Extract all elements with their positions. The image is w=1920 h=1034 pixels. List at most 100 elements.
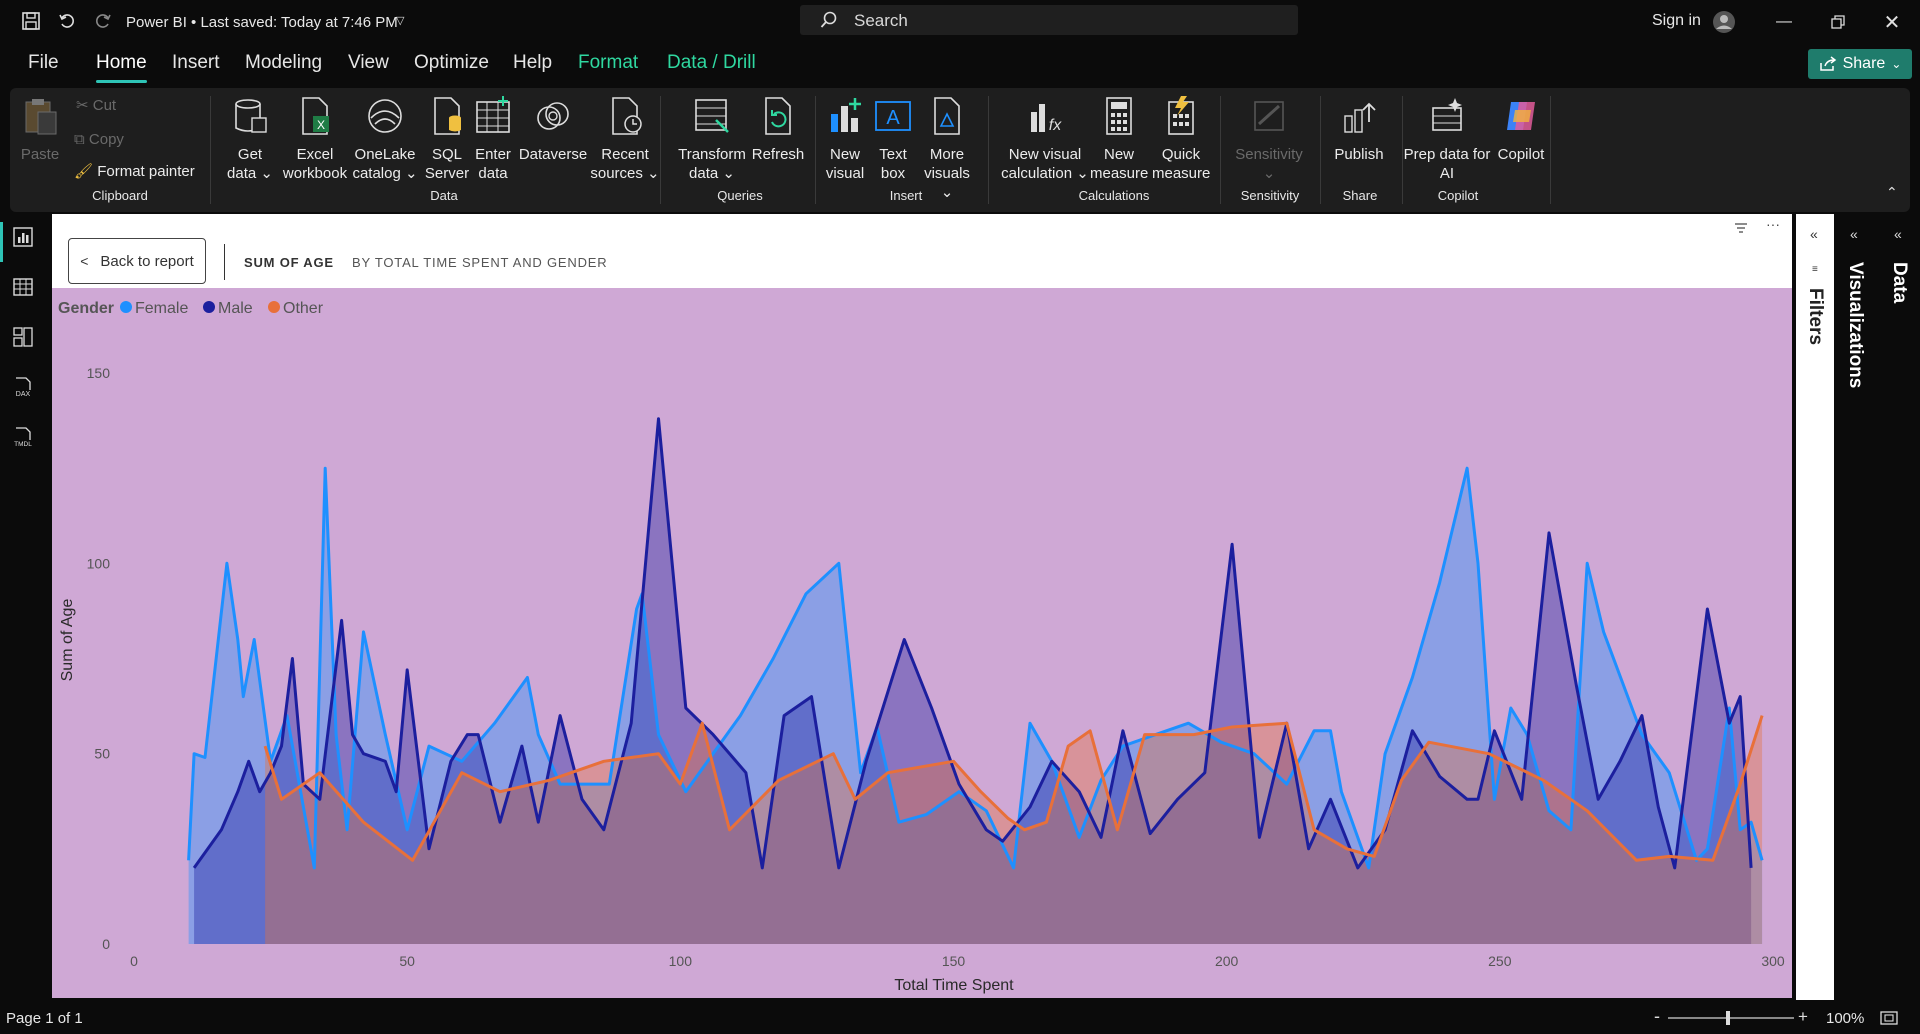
share-label: Share xyxy=(1842,55,1886,72)
refresh-button[interactable]: Refresh xyxy=(750,96,806,164)
format-painter-label: Format painter xyxy=(97,163,195,180)
menu-view[interactable]: View xyxy=(348,52,389,74)
more-options-icon[interactable]: ··· xyxy=(1766,216,1780,232)
get-data-button[interactable]: Get data ⌄ xyxy=(222,96,278,183)
transform-data-icon xyxy=(695,99,729,133)
excel-label-2: workbook xyxy=(282,165,348,182)
new-visual-button[interactable]: New visual xyxy=(820,96,870,183)
user-avatar-icon[interactable] xyxy=(1712,10,1736,34)
new-visual-label-1: New xyxy=(829,146,860,163)
ribbon: Paste ✂ Cut ⧉ Copy 🖌 Format painter Clip… xyxy=(10,88,1910,212)
new-visual-calculation-button[interactable]: fx New visual calculation ⌄ xyxy=(998,96,1092,183)
app-title: Power BI • Last saved: Today at 7:46 PM xyxy=(126,14,398,31)
tmdl-view-icon[interactable]: TMDL xyxy=(12,426,34,448)
menu-home[interactable]: Home xyxy=(96,52,147,83)
data-pane[interactable]: « Data xyxy=(1878,214,1920,1000)
sensitivity-icon xyxy=(1254,101,1284,131)
visualizations-pane[interactable]: « Visualizations xyxy=(1836,214,1876,1000)
chevron-down-icon[interactable]: ▽ xyxy=(396,14,404,27)
quick-measure-button[interactable]: Quick measure xyxy=(1152,96,1210,183)
active-view-indicator xyxy=(0,222,3,262)
search-label: Search xyxy=(854,11,908,30)
minimize-icon[interactable]: — xyxy=(1772,10,1796,34)
expand-data-icon[interactable]: « xyxy=(1894,226,1902,242)
sql-server-button[interactable]: SQL Server xyxy=(422,96,472,183)
publish-button[interactable]: Publish xyxy=(1326,96,1392,164)
recent-sources-button[interactable]: Recent sources ⌄ xyxy=(590,96,660,183)
collapse-filters-icon[interactable]: « xyxy=(1810,226,1818,242)
search-box[interactable]: Search xyxy=(800,5,1298,35)
zoom-slider-thumb[interactable] xyxy=(1726,1011,1730,1025)
share-button[interactable]: Share ⌄ xyxy=(1808,49,1912,79)
recent-sources-icon xyxy=(612,97,642,135)
y-tick-label: 50 xyxy=(94,746,110,762)
menu-optimize[interactable]: Optimize xyxy=(414,52,489,74)
new-visual-calc-label-2: calculation xyxy=(1001,165,1073,182)
transform-data-button[interactable]: Transform data ⌄ xyxy=(670,96,754,183)
search-icon xyxy=(820,11,837,28)
expand-visualizations-icon[interactable]: « xyxy=(1850,226,1858,242)
sensitivity-button[interactable]: Sensitivity ⌄ xyxy=(1232,96,1306,183)
prep-data-icon xyxy=(1432,98,1462,131)
legend-item-male[interactable]: Male xyxy=(218,300,253,317)
table-grid-icon xyxy=(476,96,510,133)
redo-icon[interactable] xyxy=(92,10,114,32)
y-axis: 0 50 100 150 xyxy=(87,365,111,952)
legend-item-female[interactable]: Female xyxy=(135,300,188,317)
group-label-clipboard: Clipboard xyxy=(92,188,148,203)
legend-title: Gender xyxy=(58,300,114,317)
filter-icon: ≡ xyxy=(1812,264,1818,275)
restore-icon[interactable] xyxy=(1826,10,1850,34)
zoom-out-icon[interactable]: - xyxy=(1654,1006,1660,1027)
sign-in-link[interactable]: Sign in xyxy=(1652,12,1701,30)
new-visual-label-2: visual xyxy=(825,165,865,182)
collapse-ribbon-icon[interactable]: ⌃ xyxy=(1886,184,1898,201)
legend-marker-other xyxy=(268,301,280,313)
table-view-icon[interactable] xyxy=(12,276,34,298)
cut-button[interactable]: ✂ Cut xyxy=(76,96,116,115)
dataverse-label: Dataverse xyxy=(518,146,588,163)
legend-item-other[interactable]: Other xyxy=(283,300,324,317)
sensitivity-label: Sensitivity xyxy=(1235,146,1303,163)
prep-data-for-ai-button[interactable]: Prep data for AI xyxy=(1402,96,1492,183)
chevron-down-icon: ⌄ xyxy=(718,165,735,182)
dataverse-button[interactable]: Dataverse xyxy=(510,96,596,164)
copilot-button[interactable]: Copilot xyxy=(1488,96,1554,164)
chevron-left-icon: < xyxy=(80,253,89,269)
model-view-icon[interactable] xyxy=(12,326,34,348)
chevron-down-icon: ⌄ xyxy=(1072,165,1089,182)
new-measure-button[interactable]: New measure xyxy=(1090,96,1148,183)
menu-help[interactable]: Help xyxy=(513,52,552,74)
more-visuals-button[interactable]: More visuals ⌄ xyxy=(916,96,978,202)
text-box-button[interactable]: A Text box xyxy=(872,96,914,183)
report-view-icon[interactable] xyxy=(12,226,34,248)
menu-file[interactable]: File xyxy=(28,52,59,74)
format-painter-button[interactable]: 🖌 Format painter xyxy=(74,162,195,181)
menu-format[interactable]: Format xyxy=(578,52,638,74)
sql-server-icon xyxy=(434,97,461,135)
menu-modeling[interactable]: Modeling xyxy=(245,52,322,74)
filter-icon[interactable] xyxy=(1734,222,1748,234)
zoom-slider[interactable] xyxy=(1668,1017,1794,1019)
onelake-catalog-button[interactable]: OneLake catalog ⌄ xyxy=(348,96,422,183)
copy-button[interactable]: ⧉ Copy xyxy=(74,130,124,149)
brush-icon: 🖌 xyxy=(74,163,98,180)
save-icon[interactable] xyxy=(20,10,42,32)
paste-button[interactable]: Paste xyxy=(20,96,60,164)
new-visual-calc-label-1: New visual xyxy=(1008,146,1082,163)
zoom-in-icon[interactable]: + xyxy=(1798,1007,1808,1027)
publish-label: Publish xyxy=(1334,146,1384,163)
fit-to-page-icon[interactable] xyxy=(1880,1011,1898,1025)
close-icon[interactable]: ✕ xyxy=(1880,10,1904,34)
ribbon-divider xyxy=(660,96,661,204)
menu-insert[interactable]: Insert xyxy=(172,52,220,74)
back-to-report-button[interactable]: < Back to report xyxy=(68,238,206,284)
menu-data-drill[interactable]: Data / Drill xyxy=(667,52,756,74)
svg-text:DAX: DAX xyxy=(16,391,31,398)
zoom-level[interactable]: 100% xyxy=(1826,1010,1864,1027)
filters-pane[interactable]: « ≡ Filters xyxy=(1796,214,1834,1000)
excel-workbook-button[interactable]: X Excel workbook xyxy=(280,96,350,183)
undo-icon[interactable] xyxy=(56,10,78,32)
dax-query-view-icon[interactable]: DAX xyxy=(12,376,34,398)
prep-data-label-1: Prep data for xyxy=(1403,146,1491,163)
